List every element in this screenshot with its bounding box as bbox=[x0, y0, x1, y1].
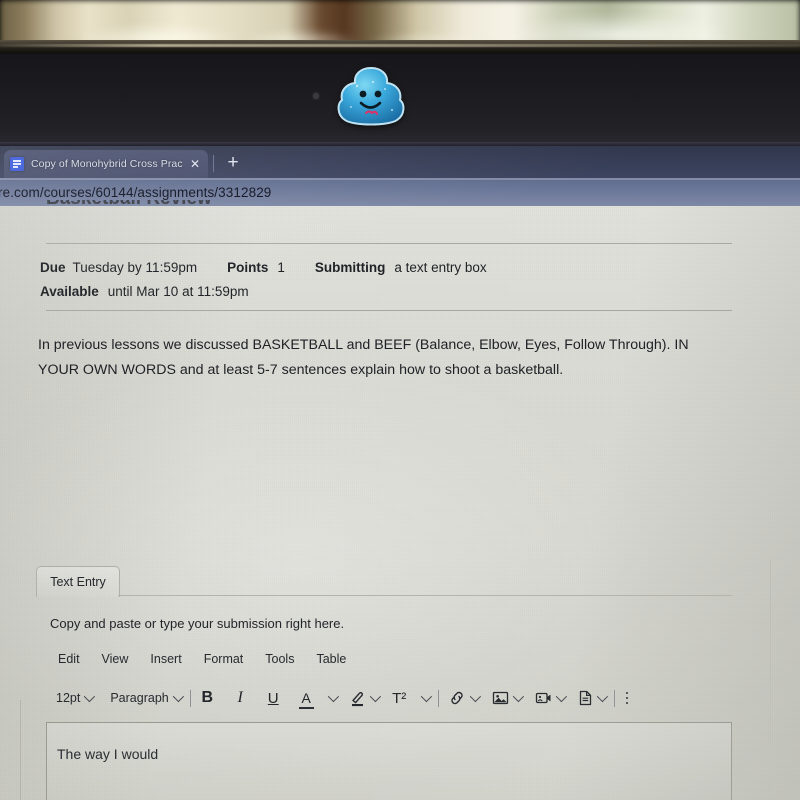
highlighter-icon bbox=[350, 690, 366, 707]
new-tab-button[interactable]: + bbox=[222, 152, 244, 174]
photo-of-laptop-screen: Copy of Monohybrid Cross Pract ✕ + re.co… bbox=[0, 0, 800, 800]
document-icon bbox=[10, 157, 24, 171]
chevron-down-icon bbox=[369, 690, 381, 703]
link-dropdown[interactable] bbox=[448, 690, 481, 706]
chevron-down-icon bbox=[512, 690, 524, 703]
assignment-meta: Due Tuesday by 11:59pm Points 1 Submitting a … bbox=[40, 256, 487, 304]
points-label: Points bbox=[227, 260, 269, 275]
tab-text-entry-label: Text Entry bbox=[50, 575, 106, 589]
image-icon bbox=[492, 690, 509, 706]
menu-item-format[interactable]: Format bbox=[204, 652, 244, 666]
image-dropdown[interactable] bbox=[492, 690, 524, 706]
address-bar-url: re.com/courses/60144/assignments/3312829 bbox=[0, 184, 272, 200]
menu-item-insert[interactable]: Insert bbox=[150, 652, 181, 666]
chevron-down-icon bbox=[172, 690, 184, 703]
submission-hint: Copy and paste or type your submission r… bbox=[50, 616, 345, 631]
browser-tab-title: Copy of Monohybrid Cross Pract bbox=[31, 158, 183, 170]
italic-button[interactable]: I bbox=[233, 689, 248, 707]
editor-toolbar: 12pt Paragraph B I U A T² bbox=[56, 686, 696, 710]
menu-item-edit[interactable]: Edit bbox=[58, 652, 80, 666]
meta-divider-top bbox=[46, 243, 732, 244]
close-icon[interactable]: ✕ bbox=[190, 158, 202, 170]
assignment-meta-row-1: Due Tuesday by 11:59pm Points 1 Submitting a … bbox=[40, 256, 487, 280]
browser-tab-active[interactable]: Copy of Monohybrid Cross Pract ✕ bbox=[4, 150, 208, 178]
meta-divider-bottom bbox=[46, 310, 732, 311]
page-left-edge-line bbox=[20, 700, 21, 800]
submitting-label: Submitting bbox=[314, 260, 386, 275]
chevron-down-icon bbox=[420, 690, 432, 703]
toolbar-divider bbox=[613, 689, 615, 707]
due-label: Due bbox=[40, 260, 66, 275]
due-value: Tuesday by 11:59pm bbox=[72, 260, 198, 275]
menu-item-tools[interactable]: Tools bbox=[265, 652, 294, 666]
page-title: Basketball Review bbox=[46, 200, 306, 209]
chevron-down-icon bbox=[469, 690, 481, 703]
page-right-edge-line bbox=[770, 560, 771, 800]
toolbar-divider bbox=[437, 689, 439, 707]
font-size-value: 12pt bbox=[56, 691, 81, 705]
text-color-icon: A bbox=[298, 690, 314, 709]
kebab-menu-icon[interactable] bbox=[625, 691, 629, 705]
text-color-dropdown[interactable]: A bbox=[298, 690, 339, 709]
link-icon bbox=[448, 690, 466, 706]
available-label: Available bbox=[40, 284, 99, 299]
chevron-down-icon bbox=[327, 690, 339, 703]
tab-text-entry[interactable]: Text Entry bbox=[36, 566, 120, 597]
tab-strip-underline bbox=[118, 595, 732, 596]
chevron-down-icon bbox=[84, 690, 96, 703]
assignment-description: In previous lessons we discussed BASKETB… bbox=[38, 337, 689, 378]
document-dropdown[interactable] bbox=[578, 690, 608, 706]
block-format-value: Paragraph bbox=[110, 691, 169, 705]
assignment-meta-row-2: Available until Mar 10 at 11:59pm bbox=[40, 280, 487, 304]
submitting-value: a text entry box bbox=[394, 260, 487, 275]
media-dropdown[interactable] bbox=[535, 690, 567, 706]
underline-button[interactable]: U bbox=[266, 690, 281, 707]
font-size-dropdown[interactable]: 12pt bbox=[56, 690, 96, 705]
tab-separator bbox=[213, 155, 214, 172]
address-bar-highlight bbox=[0, 178, 800, 180]
block-format-dropdown[interactable]: Paragraph bbox=[110, 690, 184, 705]
menu-item-view[interactable]: View bbox=[102, 652, 129, 666]
document-icon bbox=[578, 690, 593, 706]
chevron-down-icon bbox=[555, 690, 567, 703]
superscript-dropdown[interactable]: T² bbox=[392, 689, 432, 707]
available-value: until Mar 10 at 11:59pm bbox=[107, 284, 249, 299]
editor-menu-bar: Edit View Insert Format Tools Table bbox=[58, 652, 346, 666]
editor-content-text: The way I would bbox=[57, 746, 159, 762]
menu-item-table[interactable]: Table bbox=[316, 652, 346, 666]
page-title-text: Basketball Review bbox=[46, 200, 306, 208]
blue-glitter-poop-sticker-icon bbox=[333, 62, 409, 134]
background-light-glow bbox=[0, 10, 800, 44]
media-icon bbox=[535, 690, 552, 706]
highlight-color-dropdown[interactable] bbox=[350, 690, 381, 707]
chevron-down-icon bbox=[596, 690, 608, 703]
laptop-edge-highlight bbox=[0, 44, 800, 47]
bold-button[interactable]: B bbox=[200, 689, 215, 707]
toolbar-divider bbox=[189, 689, 191, 707]
points-value: 1 bbox=[277, 260, 285, 275]
superscript-icon: T² bbox=[392, 689, 407, 707]
webcam-lens-icon bbox=[313, 93, 319, 99]
